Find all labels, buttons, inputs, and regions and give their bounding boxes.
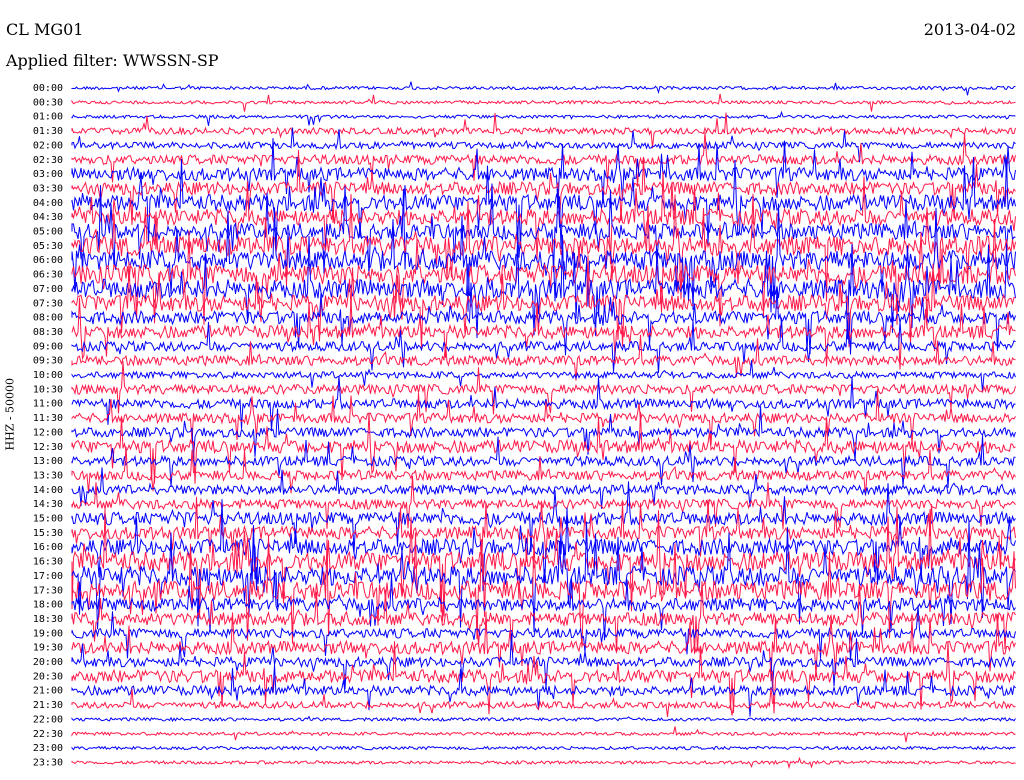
row-time-label: 02:00	[33, 140, 63, 151]
seismic-trace	[71, 234, 1016, 340]
row-time-label: 05:00	[33, 227, 63, 238]
row-time-label: 11:30	[33, 413, 63, 424]
row-time-label: 03:00	[33, 169, 63, 180]
row-time-label: 13:30	[33, 470, 63, 481]
row-time-label: 19:00	[33, 628, 63, 639]
row-time-label: 22:30	[33, 729, 63, 740]
row-time-label: 19:30	[33, 643, 63, 654]
row-time-label: 18:00	[33, 600, 63, 611]
seismic-trace	[71, 389, 1016, 446]
row-time-label: 14:30	[33, 499, 63, 510]
row-time-label: 21:00	[33, 686, 63, 697]
row-time-label: 00:30	[33, 97, 63, 108]
seismic-trace	[71, 131, 1016, 187]
row-time-label: 09:30	[33, 356, 63, 367]
row-time-label: 08:00	[33, 313, 63, 324]
seismic-trace	[71, 127, 1016, 163]
row-time-label: 12:00	[33, 427, 63, 438]
row-time-label: 06:30	[33, 270, 63, 281]
row-time-label: 16:30	[33, 557, 63, 568]
row-time-label: 00:00	[33, 83, 63, 94]
row-time-label: 18:30	[33, 614, 63, 625]
seismic-trace	[71, 361, 1016, 415]
seismogram-plot: 00:00 00:30 01:00 01:30 02:00 02:30 03:00 03:30…	[33, 81, 1016, 770]
row-time-label: 14:00	[33, 485, 63, 496]
row-time-label: 03:30	[33, 183, 63, 194]
row-time-label: 05:30	[33, 241, 63, 252]
row-time-label: 01:30	[33, 126, 63, 137]
row-time-label: 04:00	[33, 198, 63, 209]
trace-group	[71, 81, 1016, 770]
seismic-trace	[71, 664, 1016, 717]
row-time-label: 09:00	[33, 341, 63, 352]
row-time-label: 12:30	[33, 442, 63, 453]
row-time-label: 17:30	[33, 585, 63, 596]
row-time-label: 13:00	[33, 456, 63, 467]
seismic-trace	[71, 715, 1016, 723]
row-time-label: 23:00	[33, 743, 63, 754]
seismic-trace	[71, 756, 1016, 770]
row-time-label: 20:00	[33, 657, 63, 668]
row-time-label: 10:00	[33, 370, 63, 381]
row-time-label: 16:00	[33, 542, 63, 553]
row-time-label: 01:00	[33, 112, 63, 123]
row-time-label: 15:00	[33, 514, 63, 525]
tick-label-group: 00:00 00:30 01:00 01:30 02:00 02:30 03:00 03:30…	[33, 83, 63, 768]
seismic-trace	[71, 183, 1016, 277]
seismic-trace	[71, 317, 1016, 374]
seismic-trace	[71, 745, 1016, 752]
seismic-trace	[71, 81, 1016, 96]
seismic-trace	[71, 446, 1016, 496]
row-time-label: 07:00	[33, 284, 63, 295]
row-time-label: 02:30	[33, 155, 63, 166]
seismic-trace	[71, 218, 1016, 329]
seismic-trace	[71, 110, 1016, 126]
row-time-label: 08:30	[33, 327, 63, 338]
row-time-label: 07:30	[33, 298, 63, 309]
row-time-label: 17:00	[33, 571, 63, 582]
row-time-label: 04:30	[33, 212, 63, 223]
row-time-label: 21:30	[33, 700, 63, 711]
seismic-trace	[71, 406, 1016, 461]
row-time-label: 11:00	[33, 399, 63, 410]
row-time-label: 15:30	[33, 528, 63, 539]
row-time-label: 06:00	[33, 255, 63, 266]
seismic-trace	[71, 156, 1016, 251]
seismic-trace	[71, 138, 1016, 208]
row-time-label: 10:30	[33, 384, 63, 395]
seismic-trace	[71, 360, 1016, 392]
row-time-label: 23:30	[33, 757, 63, 768]
seismic-trace	[71, 726, 1016, 743]
row-time-label: 20:30	[33, 671, 63, 682]
row-time-label: 22:00	[33, 714, 63, 725]
seismic-trace	[71, 93, 1016, 112]
